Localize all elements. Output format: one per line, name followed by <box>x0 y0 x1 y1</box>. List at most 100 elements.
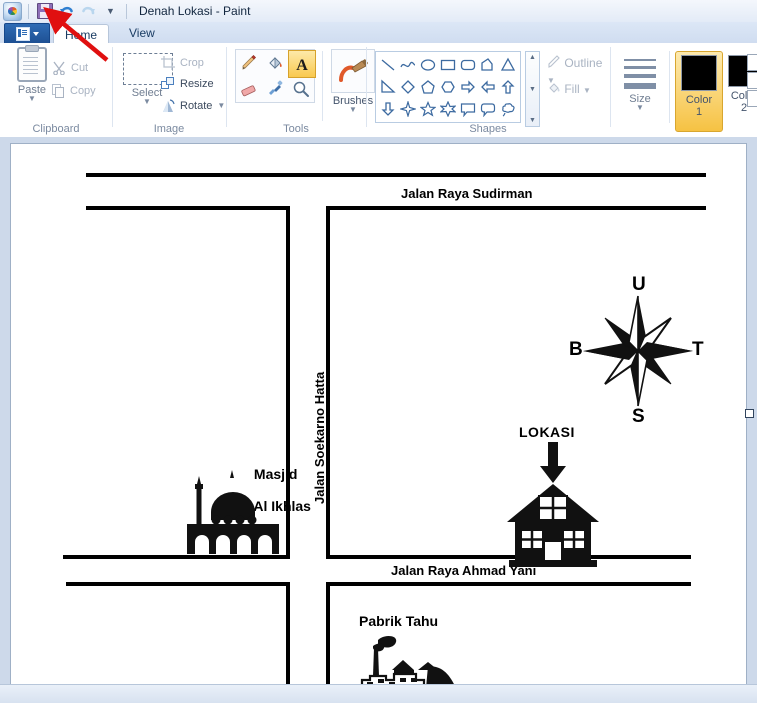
shape-polygon[interactable] <box>478 54 498 76</box>
shape-right-arrow[interactable] <box>458 76 478 98</box>
shape-down-arrow[interactable] <box>378 98 398 120</box>
size-button[interactable]: Size ▼ <box>617 57 663 112</box>
window-title: Denah Lokasi - Paint <box>139 4 251 18</box>
shape-pentagon[interactable] <box>418 76 438 98</box>
road-sudirman-north-edge <box>86 173 706 177</box>
palette-swatch[interactable] <box>747 72 757 89</box>
magnifier-icon <box>293 81 309 97</box>
shape-hexagon[interactable] <box>438 76 458 98</box>
shape-left-arrow[interactable] <box>478 76 498 98</box>
copy-icon <box>52 84 65 98</box>
road-sudirman-south-edge-right <box>326 206 706 210</box>
group-clipboard: Paste ▼ Cut Copy Clipboard <box>0 43 112 137</box>
chevron-down-icon[interactable]: ▼ <box>10 95 54 103</box>
label-jalan-soekarno-hatta: Jalan Soekarno Hatta <box>312 371 327 504</box>
group-clipboard-label: Clipboard <box>32 123 80 135</box>
color-palette[interactable] <box>747 53 757 107</box>
title-bar: ▼ Denah Lokasi - Paint <box>0 0 757 23</box>
house-icon <box>507 484 599 567</box>
application-menu-button[interactable] <box>4 23 50 45</box>
undo-icon <box>59 4 74 18</box>
cut-button[interactable]: Cut <box>52 61 88 76</box>
outline-label: Outline <box>564 56 603 70</box>
rotate-button[interactable]: Rotate ▼ <box>161 99 225 113</box>
shape-oval[interactable] <box>418 54 438 76</box>
copy-button[interactable]: Copy <box>52 84 96 98</box>
redo-button[interactable] <box>79 2 98 21</box>
shape-diamond[interactable] <box>398 76 418 98</box>
paint-canvas[interactable]: Jalan Raya Sudirman Jalan Soekarno Hatta… <box>10 143 747 695</box>
mosque-icon <box>187 470 279 554</box>
shape-line[interactable] <box>378 54 398 76</box>
text-icon: A <box>296 57 308 73</box>
road-soekarno-hatta-lower-east <box>326 582 330 694</box>
chevron-down-icon[interactable]: ▼ <box>617 104 663 112</box>
color-1-swatch <box>681 55 717 91</box>
shape-right-triangle[interactable] <box>378 76 398 98</box>
shape-rounded-callout[interactable] <box>478 98 498 120</box>
color-picker-tool-button[interactable] <box>262 76 288 102</box>
shapes-scrollbar[interactable]: ▲ ▼ ▼ <box>525 51 540 127</box>
paste-button[interactable]: Paste ▼ <box>10 45 54 103</box>
scroll-up-icon[interactable]: ▲ <box>529 54 536 61</box>
svg-text:A: A <box>296 57 308 73</box>
chevron-down-icon <box>32 32 39 36</box>
save-button[interactable] <box>35 2 54 21</box>
palette-swatch[interactable] <box>747 54 757 71</box>
resize-button[interactable]: Resize <box>161 77 214 91</box>
scissors-icon <box>52 61 66 76</box>
resize-label: Resize <box>180 78 214 90</box>
ribbon: Paste ▼ Cut Copy Clipboard Select ▼ Crop… <box>0 43 757 138</box>
fill-button[interactable]: Fill ▼ <box>547 81 591 98</box>
palette-swatch[interactable] <box>747 90 757 107</box>
tab-view[interactable]: View <box>118 23 166 44</box>
shape-rectangular-callout[interactable] <box>458 98 478 120</box>
ribbon-tab-row: Home View <box>0 22 757 45</box>
eyedropper-icon <box>269 80 283 95</box>
map-drawing: Jalan Raya Sudirman Jalan Soekarno Hatta… <box>11 144 746 694</box>
crop-button[interactable]: Crop <box>161 56 204 70</box>
compass-rose: U T S B <box>569 274 704 427</box>
compass-west-label: B <box>569 339 583 360</box>
canvas-resize-handle-right[interactable] <box>745 409 754 418</box>
resize-icon <box>161 77 175 91</box>
fill-tool-button[interactable] <box>262 50 288 76</box>
pencil-tool-button[interactable] <box>236 50 262 76</box>
shape-up-arrow[interactable] <box>498 76 518 98</box>
rotate-icon <box>161 99 175 113</box>
color-1-button[interactable]: Color 1 <box>675 51 723 132</box>
road-ahmadyani-south-edge-right <box>326 582 691 586</box>
magnifier-tool-button[interactable] <box>288 76 314 102</box>
paint-app-icon[interactable] <box>3 1 22 21</box>
group-shapes: ▲ ▼ ▼ Outline ▼ Fill ▼ Shapes <box>367 43 609 137</box>
shape-four-point-star[interactable] <box>398 98 418 120</box>
color-1-index: 1 <box>695 106 703 118</box>
shape-five-point-star[interactable] <box>418 98 438 120</box>
shape-cloud-callout[interactable] <box>498 98 518 120</box>
fill-bucket-icon <box>269 57 282 69</box>
tab-home[interactable]: Home <box>53 24 110 45</box>
chevron-down-icon[interactable]: ▼ <box>583 86 591 95</box>
shapes-gallery[interactable] <box>375 51 521 123</box>
chevron-down-icon: ▼ <box>106 5 115 16</box>
fill-icon <box>547 81 561 98</box>
customize-qat-button[interactable]: ▼ <box>101 2 120 21</box>
undo-button[interactable] <box>57 2 76 21</box>
shape-curve[interactable] <box>398 54 418 76</box>
compass-east-label: T <box>692 339 704 360</box>
paint-window: ▼ Denah Lokasi - Paint Home View Paste ▼ <box>0 0 757 703</box>
eraser-tool-button[interactable] <box>236 76 262 102</box>
shape-triangle[interactable] <box>498 54 518 76</box>
scroll-down-icon[interactable]: ▼ <box>529 86 536 93</box>
shape-rectangle[interactable] <box>438 54 458 76</box>
chevron-down-icon[interactable]: ▼ <box>217 102 225 110</box>
document-icon <box>15 27 30 41</box>
quick-access-toolbar: ▼ <box>0 1 130 21</box>
label-jalan-raya-sudirman: Jalan Raya Sudirman <box>401 186 533 201</box>
compass-icon <box>583 295 693 407</box>
shape-six-point-star[interactable] <box>438 98 458 120</box>
shape-rounded-rectangle[interactable] <box>458 54 478 76</box>
text-tool-button[interactable]: A <box>288 50 316 78</box>
group-tools: A Brushes ▼ Tools <box>227 43 375 137</box>
status-bar <box>0 684 757 703</box>
